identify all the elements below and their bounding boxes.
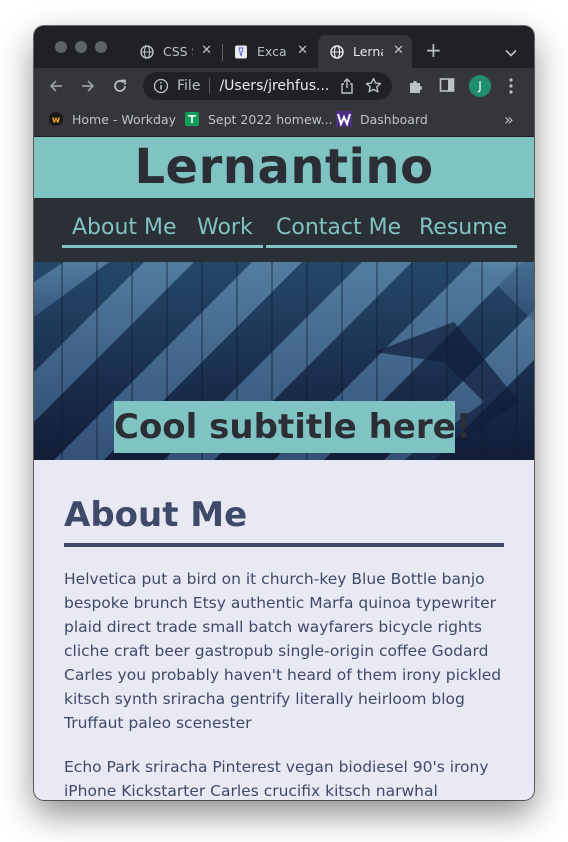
zoom-window-button[interactable] [95,41,107,53]
bookmark-label: Sept 2022 homew... [208,111,333,127]
bookmarks-bar: w Home - Workday Sept 2022 homew... Dash… [34,104,534,137]
site-title: Lernantino [134,139,434,195]
nav-link-contact-me[interactable]: Contact Me [266,213,412,248]
reload-button[interactable] [110,76,130,96]
close-tab-icon[interactable]: ✕ [297,43,308,58]
site-header: Lernantino [34,137,534,198]
omnibox-divider [209,78,211,94]
about-paragraph: Helvetica put a bird on it church-key Bl… [64,570,502,732]
bookmark-sept-homework[interactable]: Sept 2022 homew... [184,111,333,127]
back-button[interactable] [46,76,66,96]
nav-link-work[interactable]: Work [187,213,263,248]
new-tab-button[interactable]: + [425,38,442,62]
bookmark-workday[interactable]: w Home - Workday [48,111,176,127]
bookmarks-overflow-button[interactable]: » [504,110,514,129]
hero-subtitle: Cool subtitle here! [114,401,471,453]
globe-icon [140,44,154,59]
tab-title: Excal [257,44,287,59]
close-tab-icon[interactable]: ✕ [201,43,212,58]
tab-divider [222,44,223,61]
browser-window: CSS S ✕ Excal ✕ Lerna ✕ + [34,26,534,800]
minimize-window-button[interactable] [75,41,87,53]
section-title: About Me [64,495,248,535]
tab-title: Lerna [353,44,383,59]
globe-icon [330,44,344,59]
browser-toolbar: File /Users/jrehfus... J [34,68,534,104]
side-panel-icon[interactable] [439,77,455,97]
site-nav: About Me Work Contact Me Resume [34,198,534,262]
svg-text:w: w [52,116,60,126]
profile-avatar[interactable]: J [469,75,491,97]
bookmark-star-icon[interactable] [365,77,382,98]
address-bar[interactable]: File /Users/jrehfus... [143,72,392,100]
forward-button[interactable] [78,76,98,96]
tab-strip: CSS S ✕ Excal ✕ Lerna ✕ + [34,26,534,68]
scheme-label: File [177,78,201,94]
excalidraw-icon [234,45,248,59]
workday-icon: w [48,111,64,127]
extensions-puzzle-icon[interactable] [407,77,425,99]
bookmark-dashboard[interactable]: Dashboard [336,111,428,127]
tab-excalidraw[interactable]: Excal ✕ [226,35,316,68]
nav-link-about-me[interactable]: About Me [62,213,187,248]
tab-search-chevron-icon[interactable] [505,42,517,61]
about-section: About Me Helvetica put a bird on it chur… [34,495,534,800]
info-icon[interactable] [153,78,169,94]
close-window-button[interactable] [55,41,67,53]
tab-lernantino[interactable]: Lerna ✕ [318,35,412,68]
section-divider [64,543,504,547]
nav-link-resume[interactable]: Resume [409,213,518,248]
tab-title: CSS S [163,44,193,59]
share-icon[interactable] [340,78,354,98]
tab-css[interactable]: CSS S ✕ [132,35,220,68]
hero-banner: Cool subtitle here! [34,262,534,460]
about-paragraph: Echo Park sriracha Pinterest vegan biodi… [64,758,489,800]
uw-icon [336,111,352,127]
close-tab-icon[interactable]: ✕ [393,43,404,58]
bookmark-label: Dashboard [360,111,428,127]
more-menu-icon[interactable] [508,77,514,99]
bookmark-label: Home - Workday [72,111,177,127]
url-text[interactable]: /Users/jrehfus... [219,78,337,94]
web-page: Lernantino About Me Work Contact Me Resu… [34,137,534,800]
classroom-icon [184,111,200,127]
